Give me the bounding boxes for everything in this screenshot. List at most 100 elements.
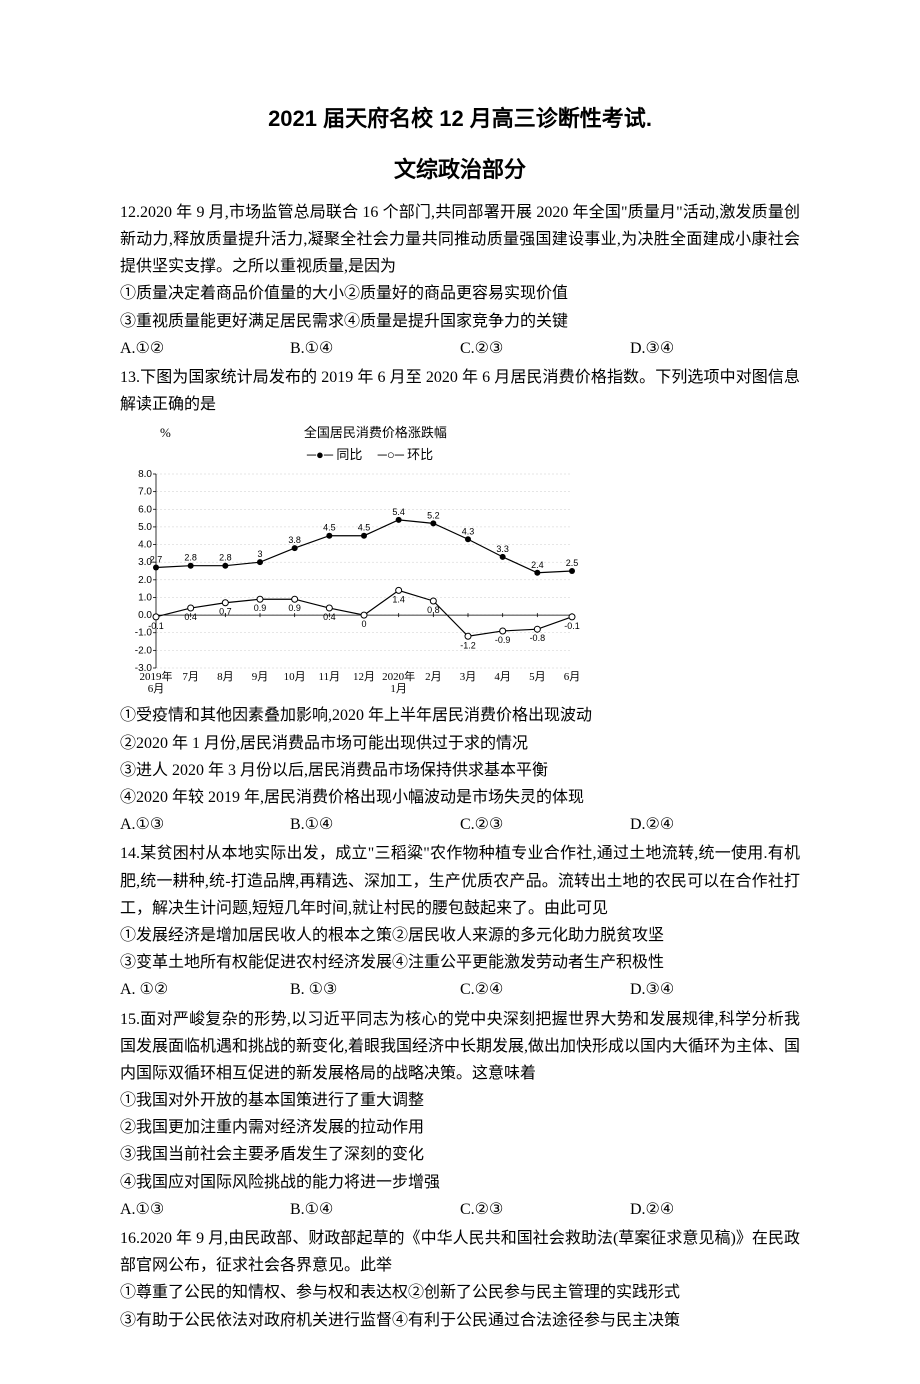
q15-opt-c[interactable]: C.②③ xyxy=(460,1196,630,1223)
q12-opt-a[interactable]: A.①② xyxy=(120,335,290,362)
q13-opt-b[interactable]: B.①④ xyxy=(290,811,460,838)
q13-stmt-2: ②2020 年 1 月份,居民消费品市场可能出现供过于求的情况 xyxy=(120,730,800,757)
q12-options: A.①② B.①④ C.②③ D.③④ xyxy=(120,335,800,362)
svg-text:11月: 11月 xyxy=(319,671,341,683)
q13-opt-d[interactable]: D.②④ xyxy=(630,811,800,838)
svg-text:4月: 4月 xyxy=(494,671,511,683)
q14-text: 14.某贫困村从本地实际出发，成立"三稻粱"农作物种植专业合作社,通过土地流转,… xyxy=(120,840,800,922)
svg-text:2月: 2月 xyxy=(425,671,442,683)
svg-text:2.8: 2.8 xyxy=(219,553,232,563)
svg-text:4.3: 4.3 xyxy=(462,527,475,537)
svg-text:3.8: 3.8 xyxy=(288,536,301,546)
chart-ylabel: % xyxy=(160,422,171,444)
svg-text:2019年: 2019年 xyxy=(140,669,173,683)
q13-text: 13.下图为国家统计局发布的 2019 年 6 月至 2020 年 6 月居民消… xyxy=(120,364,800,418)
svg-text:0: 0 xyxy=(361,620,366,630)
q16-stmt-2: ③有助于公民依法对政府机关进行监督④有利于公民通过合法途径参与民主决策 xyxy=(120,1307,800,1334)
question-15: 15.面对严峻复杂的形势,以习近平同志为核心的党中央深刻把握世界大势和发展规律,… xyxy=(120,1006,800,1224)
svg-text:1月: 1月 xyxy=(390,683,407,695)
chart-title: % 全国居民消费价格涨跌幅 xyxy=(120,422,580,444)
svg-text:8.0: 8.0 xyxy=(138,469,152,480)
q12-stmt-1: ①质量决定着商品价值量的大小②质量好的商品更容易实现价值 xyxy=(120,280,800,307)
q16-text: 16.2020 年 9 月,由民政部、财政部起草的《中华人民共和国社会救助法(草… xyxy=(120,1225,800,1279)
q14-opt-a[interactable]: A. ①② xyxy=(120,976,290,1003)
svg-text:5月: 5月 xyxy=(529,671,546,683)
q12-opt-c[interactable]: C.②③ xyxy=(460,335,630,362)
q15-stmt-1: ①我国对外开放的基本国策进行了重大调整 xyxy=(120,1087,800,1114)
q12-stmt-2: ③重视质量能更好满足居民需求④质量是提升国家竞争力的关键 xyxy=(120,308,800,335)
svg-text:0.0: 0.0 xyxy=(138,611,152,622)
svg-text:6.0: 6.0 xyxy=(138,505,152,516)
q15-opt-d[interactable]: D.②④ xyxy=(630,1196,800,1223)
svg-text:2.8: 2.8 xyxy=(184,553,197,563)
svg-text:4.0: 4.0 xyxy=(138,540,152,551)
q14-opt-d[interactable]: D.③④ xyxy=(630,976,800,1003)
svg-text:3.3: 3.3 xyxy=(496,544,509,554)
svg-text:0.4: 0.4 xyxy=(184,613,197,623)
exam-title: 2021 届天府名校 12 月高三诊断性考试. xyxy=(120,100,800,137)
svg-text:3: 3 xyxy=(257,550,262,560)
q12-opt-d[interactable]: D.③④ xyxy=(630,335,800,362)
q15-opt-b[interactable]: B.①④ xyxy=(290,1196,460,1223)
svg-text:4.5: 4.5 xyxy=(358,523,371,533)
svg-text:3月: 3月 xyxy=(460,671,477,683)
legend-tongbi: ─●─ 同比 xyxy=(307,447,363,462)
q12-text: 12.2020 年 9 月,市场监管总局联合 16 个部门,共同部署开展 202… xyxy=(120,199,800,281)
q13-stmt-4: ④2020 年较 2019 年,居民消费价格出现小幅波动是市场失灵的体现 xyxy=(120,784,800,811)
svg-text:10月: 10月 xyxy=(284,671,306,683)
q14-opt-b[interactable]: B. ①③ xyxy=(290,976,460,1003)
svg-text:0.7: 0.7 xyxy=(219,607,232,617)
question-13: 13.下图为国家统计局发布的 2019 年 6 月至 2020 年 6 月居民消… xyxy=(120,364,800,839)
svg-text:-0.1: -0.1 xyxy=(564,621,580,631)
q15-options: A.①③ B.①④ C.②③ D.②④ xyxy=(120,1196,800,1223)
svg-text:-1.2: -1.2 xyxy=(460,641,476,651)
svg-text:0.9: 0.9 xyxy=(288,604,301,614)
svg-text:1.4: 1.4 xyxy=(392,595,405,605)
question-12: 12.2020 年 9 月,市场监管总局联合 16 个部门,共同部署开展 202… xyxy=(120,199,800,362)
q14-stmt-1: ①发展经济是增加居民收人的根本之策②居民收人来源的多元化助力脱贫攻坚 xyxy=(120,922,800,949)
q15-stmt-3: ③我国当前社会主要矛盾发生了深刻的变化 xyxy=(120,1141,800,1168)
q16-stmt-1: ①尊重了公民的知情权、参与权和表达权②创新了公民参与民主管理的实践形式 xyxy=(120,1279,800,1306)
svg-text:0.4: 0.4 xyxy=(323,613,336,623)
cpi-chart: % 全国居民消费价格涨跌幅 ─●─ 同比 ─○─ 环比 -3.0-2.0-1.0… xyxy=(120,422,580,698)
q14-stmt-2: ③变革土地所有权能促进农村经济发展④注重公平更能激发劳动者生产积极性 xyxy=(120,949,800,976)
svg-text:5.0: 5.0 xyxy=(138,522,152,533)
svg-text:8月: 8月 xyxy=(217,671,234,683)
q13-options: A.①③ B.①④ C.②③ D.②④ xyxy=(120,811,800,838)
svg-text:6月: 6月 xyxy=(148,683,165,695)
svg-text:0.9: 0.9 xyxy=(254,604,267,614)
svg-text:2.5: 2.5 xyxy=(566,558,579,568)
svg-text:7.0: 7.0 xyxy=(138,487,152,498)
svg-text:2.7: 2.7 xyxy=(150,555,163,565)
svg-text:6月: 6月 xyxy=(564,671,580,683)
q13-opt-c[interactable]: C.②③ xyxy=(460,811,630,838)
q14-options: A. ①② B. ①③ C.②④ D.③④ xyxy=(120,976,800,1003)
svg-text:5.2: 5.2 xyxy=(427,511,440,521)
chart-svg: -3.0-2.0-1.00.01.02.03.04.05.06.07.08.02… xyxy=(120,468,580,698)
q13-stmt-3: ③进人 2020 年 3 月份以后,居民消费品市场保持供求基本平衡 xyxy=(120,757,800,784)
svg-text:9月: 9月 xyxy=(252,671,269,683)
q13-opt-a[interactable]: A.①③ xyxy=(120,811,290,838)
question-14: 14.某贫困村从本地实际出发，成立"三稻粱"农作物种植专业合作社,通过土地流转,… xyxy=(120,840,800,1003)
svg-text:-0.1: -0.1 xyxy=(148,621,164,631)
svg-text:-2.0: -2.0 xyxy=(135,646,153,657)
q15-text: 15.面对严峻复杂的形势,以习近平同志为核心的党中央深刻把握世界大势和发展规律,… xyxy=(120,1006,800,1088)
svg-text:2.4: 2.4 xyxy=(531,560,544,570)
chart-legend: ─●─ 同比 ─○─ 环比 xyxy=(120,444,580,466)
exam-subtitle: 文综政治部分 xyxy=(120,151,800,188)
svg-text:1.0: 1.0 xyxy=(138,593,152,604)
q13-stmt-1: ①受疫情和其他因素叠加影响,2020 年上半年居民消费价格出现波动 xyxy=(120,702,800,729)
legend-huanbi: ─○─ 环比 xyxy=(378,447,434,462)
q12-opt-b[interactable]: B.①④ xyxy=(290,335,460,362)
q15-stmt-4: ④我国应对国际风险挑战的能力将进一步增强 xyxy=(120,1169,800,1196)
q14-opt-c[interactable]: C.②④ xyxy=(460,976,630,1003)
question-16: 16.2020 年 9 月,由民政部、财政部起草的《中华人民共和国社会救助法(草… xyxy=(120,1225,800,1334)
svg-text:5.4: 5.4 xyxy=(392,507,405,517)
q15-opt-a[interactable]: A.①③ xyxy=(120,1196,290,1223)
q15-stmt-2: ②我国更加注重内需对经济发展的拉动作用 xyxy=(120,1114,800,1141)
svg-text:12月: 12月 xyxy=(353,671,375,683)
svg-text:2020年: 2020年 xyxy=(382,669,415,683)
svg-text:-0.9: -0.9 xyxy=(495,635,511,645)
svg-text:0.8: 0.8 xyxy=(427,605,440,615)
svg-text:4.5: 4.5 xyxy=(323,523,336,533)
